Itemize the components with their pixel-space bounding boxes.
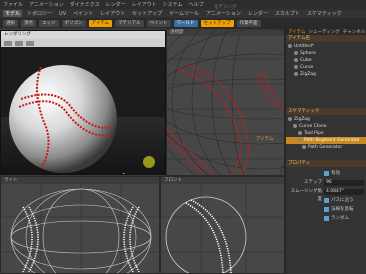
render-window[interactable]: レンダリング [0, 30, 166, 175]
tab-shading[interactable]: シェーディング [309, 29, 340, 35]
baseball-render [9, 65, 117, 173]
render-zoom-icon[interactable] [15, 40, 23, 46]
mouse-indicator [143, 156, 155, 168]
render-save-icon[interactable] [4, 40, 12, 46]
menu-help[interactable]: ヘルプ [188, 1, 203, 8]
visibility-icon[interactable] [294, 71, 298, 76]
schematic-row[interactable]: Tool Pipe [286, 130, 366, 137]
flip-normal-checkbox[interactable] [324, 207, 329, 212]
render-canvas [1, 47, 165, 174]
tab-game-tools[interactable]: ゲームツール [167, 10, 201, 17]
menu-layout[interactable]: レイアウト [132, 1, 157, 8]
tab-channels[interactable]: チャンネル [343, 29, 365, 35]
steps-field[interactable]: 96 [324, 180, 364, 186]
item-list-header: アイテム名 [286, 35, 366, 42]
tab-topology[interactable]: トポロジー [25, 10, 54, 17]
front-wireframe [161, 184, 284, 273]
polygon-mode-button[interactable]: ポリゴン [61, 19, 86, 27]
follow-path-checkbox[interactable] [324, 198, 329, 203]
prop-follow-path[interactable]: パスに沿う [286, 197, 366, 205]
visibility-icon[interactable] [302, 144, 306, 149]
edge-mode-button[interactable]: エッジ [39, 19, 59, 27]
visibility-icon[interactable] [288, 43, 292, 48]
viewport-perspective[interactable]: 透視図 [166, 28, 285, 176]
menu-system[interactable]: システム [163, 1, 183, 8]
schematic-row[interactable]: ZigZag [286, 116, 366, 123]
viewport-front[interactable]: フロント [160, 176, 285, 274]
paint-mode-button[interactable]: ペイント [146, 19, 171, 27]
visibility-icon[interactable] [293, 123, 297, 128]
visibility-icon[interactable] [298, 137, 302, 142]
item-list-row[interactable]: Untitled* [286, 43, 366, 50]
vertex-mode-button[interactable]: 頂点 [21, 19, 36, 27]
visibility-icon[interactable] [294, 57, 298, 62]
schematic-header: スケマティック [286, 108, 366, 115]
perspective-wireframe [167, 29, 284, 175]
viewport-right[interactable]: ライト [0, 176, 160, 274]
right-panel: アイテム シェーディング チャンネル アイテム名 Untitled* Spher… [285, 28, 366, 274]
item-mode-button[interactable]: アイテム [88, 19, 113, 27]
item-list-row[interactable]: ZigZag [286, 71, 366, 78]
menu-file[interactable]: ファイル [3, 1, 23, 8]
render-window-toolbar [1, 39, 165, 47]
visibility-icon[interactable] [294, 64, 298, 69]
tab-animation[interactable]: アニメーション [204, 10, 243, 17]
right-wireframe [1, 184, 159, 273]
prop-enable[interactable]: 有効 [286, 170, 366, 178]
properties-header: プロパティ [286, 160, 366, 167]
item-list-row[interactable]: Cube [286, 57, 366, 64]
visibility-icon[interactable] [288, 116, 292, 121]
item-list-tabs: アイテム シェーディング チャンネル [286, 28, 366, 35]
prop-smoothing[interactable]: スムージング角度 4.0847° [286, 188, 366, 202]
enable-checkbox[interactable] [324, 171, 329, 176]
tab-render[interactable]: レンダー [246, 10, 270, 17]
menu-render[interactable]: レンダー [106, 1, 126, 8]
schematic-row-selected[interactable]: Path Segment Generator [286, 137, 366, 144]
menu-animation[interactable]: アニメーション [29, 1, 64, 8]
tab-items[interactable]: アイテム [288, 29, 306, 35]
mode-tabs: モデル トポロジー UV ペイント レイアウト セットアップ ゲームツール アニ… [0, 9, 366, 18]
prop-flip-normal[interactable]: 法線を反転 [286, 206, 366, 214]
visibility-icon[interactable] [294, 50, 298, 55]
tab-sculpt[interactable]: スカルプト [273, 10, 302, 17]
item-list-row[interactable]: Sphere [286, 50, 366, 57]
tab-model[interactable]: モデル [3, 10, 23, 17]
tab-paint[interactable]: ペイント [71, 10, 95, 17]
setup-button[interactable]: セットアップ [200, 19, 234, 27]
tab-setup[interactable]: セットアップ [130, 10, 164, 17]
tab-layout[interactable]: レイアウト [98, 10, 127, 17]
random-checkbox[interactable] [324, 216, 329, 221]
prop-steps[interactable]: ステップ 96 [286, 179, 366, 187]
smoothing-field[interactable]: 4.0847° [324, 189, 364, 195]
render-window-title: レンダリング [1, 31, 165, 39]
toolbar: 選択 頂点 エッジ ポリゴン アイテム マテリアル ペイント ワールド セットア… [0, 18, 366, 28]
tab-schematic[interactable]: スケマティック [305, 10, 344, 17]
tab-uv[interactable]: UV [57, 11, 68, 17]
render-settings-icon[interactable] [26, 40, 34, 46]
schematic-row[interactable]: Curve Clone [286, 123, 366, 130]
workplane-button[interactable]: 作業平面 [236, 19, 261, 27]
world-button[interactable]: ワールド [173, 19, 198, 27]
item-list-row[interactable]: Curve [286, 64, 366, 71]
menu-bar: ファイル アニメーション ダイナミクス レンダー レイアウト システム ヘルプ [0, 0, 366, 9]
material-mode-button[interactable]: マテリアル [115, 19, 144, 27]
prop-random[interactable]: ランダム [286, 215, 366, 223]
visibility-icon[interactable] [298, 130, 302, 135]
select-mode-button[interactable]: 選択 [3, 19, 18, 27]
status-text: アイテム [256, 137, 274, 142]
schematic-row[interactable]: Path Generator [286, 144, 366, 151]
menu-dynamics[interactable]: ダイナミクス [70, 1, 100, 8]
